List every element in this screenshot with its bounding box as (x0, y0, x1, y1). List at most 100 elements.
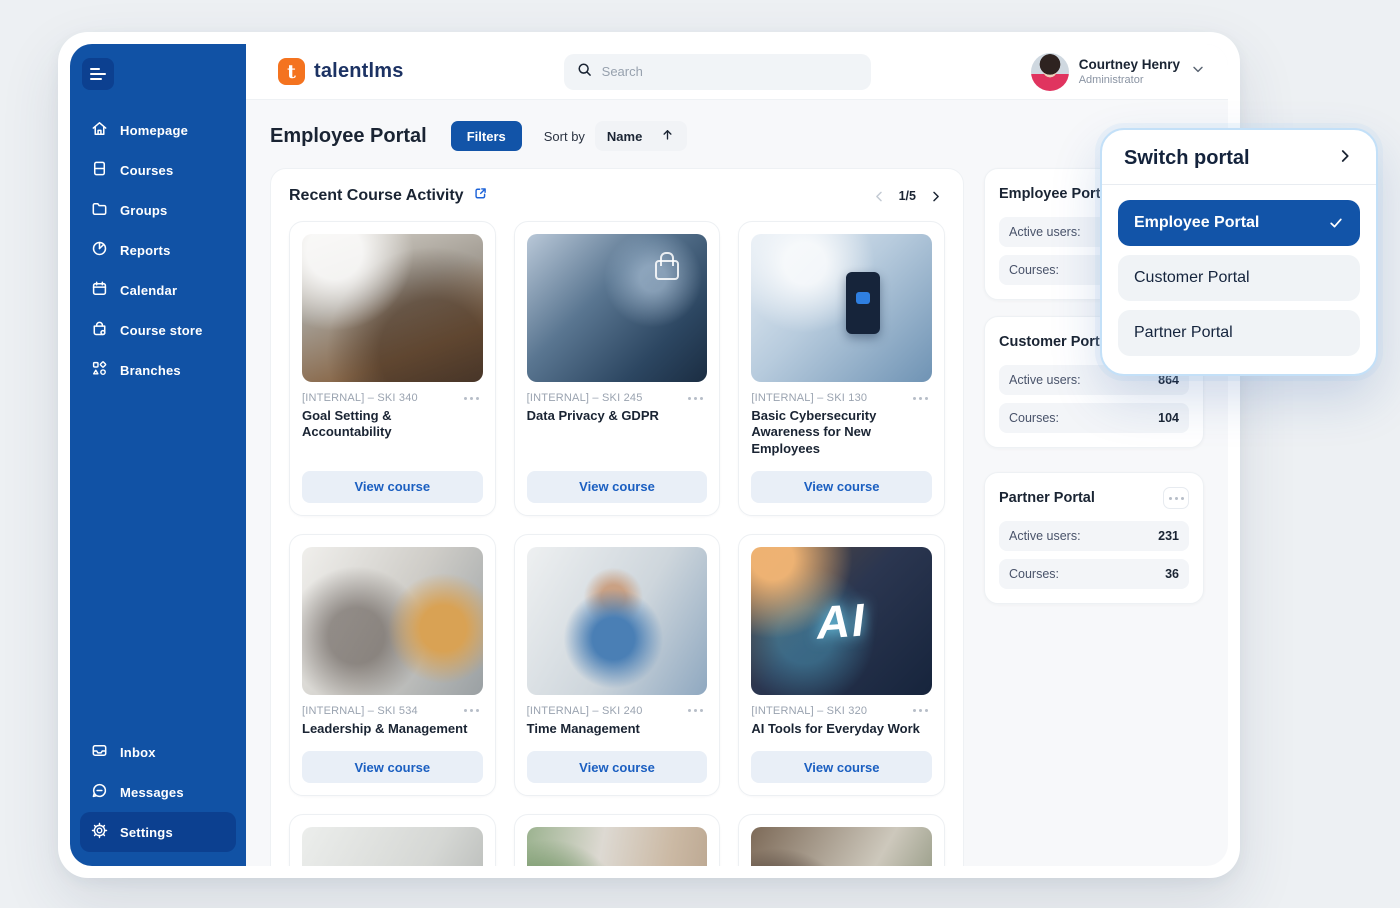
view-course-button[interactable]: View course (751, 751, 932, 783)
switch-portal-popup: Switch portal Employee Portal Customer P… (1100, 128, 1378, 376)
sidebar-item-label: Courses (120, 163, 173, 178)
sidebar-item-branches[interactable]: Branches (80, 350, 236, 390)
sidebar-item-label: Course store (120, 323, 203, 338)
calendar-icon (90, 279, 109, 301)
course-card: AI [INTERNAL] – SKI 320 AI Tools for Eve… (738, 534, 945, 796)
filters-button[interactable]: Filters (451, 121, 522, 151)
portal-stat-row: Courses: 36 (999, 559, 1189, 589)
sidebar-item-label: Branches (120, 363, 181, 378)
course-image (302, 234, 483, 382)
course-title: Basic Cybersecurity Awareness for New Em… (751, 408, 932, 457)
course-card: [INTERNAL] – SKI 245 Data Privacy & GDPR… (514, 221, 721, 516)
sidebar: Homepage Courses Groups Reports Calendar… (70, 44, 246, 866)
course-card: [INTERNAL] – SKI 340 Goal Setting & Acco… (289, 221, 496, 516)
course-card: [INTERNAL] – SKI 534 Leadership & Manage… (289, 534, 496, 796)
next-page-button[interactable] (926, 187, 945, 206)
popup-header[interactable]: Switch portal (1102, 130, 1376, 184)
page-header: Employee Portal Filters Sort by Name How (270, 116, 1204, 156)
course-title: Goal Setting & Accountability (302, 408, 483, 441)
sidebar-item-groups[interactable]: Groups (80, 190, 236, 230)
popup-title: Switch portal (1124, 147, 1250, 170)
app-frame: Homepage Courses Groups Reports Calendar… (70, 44, 1228, 866)
course-code: [INTERNAL] – SKI 130 (751, 392, 867, 404)
course-title: Time Management (527, 721, 708, 737)
more-options-icon[interactable] (684, 393, 707, 404)
user-info: Courtney Henry Administrator (1079, 57, 1180, 85)
external-link-icon[interactable] (472, 185, 489, 207)
course-image (527, 234, 708, 382)
user-menu[interactable]: Courtney Henry Administrator (1031, 53, 1206, 91)
topbar: t talentlms Courtney Henry Administrator (246, 44, 1228, 100)
course-card (738, 814, 945, 866)
user-name: Courtney Henry (1079, 57, 1180, 73)
more-options-icon[interactable] (684, 705, 707, 716)
more-options-icon[interactable] (460, 393, 483, 404)
content-columns: Recent Course Activity 1/5 (270, 168, 1204, 866)
pie-chart-icon (90, 239, 109, 261)
chevron-down-icon (1190, 61, 1206, 82)
sort-group: Sort by Name (544, 121, 688, 151)
search-icon (576, 61, 593, 83)
prev-page-button[interactable] (870, 187, 889, 206)
course-title: AI Tools for Everyday Work (751, 721, 932, 737)
book-icon (90, 159, 109, 181)
shapes-icon (90, 359, 109, 381)
course-image (751, 827, 932, 866)
sort-value: Name (607, 129, 642, 144)
desktop-background: { "colors": { "brand_orange": "#f4731f",… (0, 0, 1400, 908)
search-bar[interactable] (564, 54, 871, 90)
course-title: Leadership & Management (302, 721, 483, 737)
search-input[interactable] (602, 64, 859, 79)
more-options-icon[interactable] (460, 705, 483, 716)
sidebar-item-course-store[interactable]: Course store (80, 310, 236, 350)
sidebar-item-messages[interactable]: Messages (80, 772, 236, 812)
sidebar-item-reports[interactable]: Reports (80, 230, 236, 270)
chevron-right-icon[interactable] (1336, 147, 1354, 170)
gear-icon (90, 821, 109, 843)
course-image (302, 827, 483, 866)
sidebar-spacer (80, 390, 236, 732)
course-image (302, 547, 483, 695)
view-course-button[interactable]: View course (527, 471, 708, 503)
course-card (514, 814, 721, 866)
more-options-icon[interactable] (909, 705, 932, 716)
folder-icon (90, 199, 109, 221)
sidebar-item-inbox[interactable]: Inbox (80, 732, 236, 772)
view-course-button[interactable]: View course (302, 751, 483, 783)
sidebar-item-homepage[interactable]: Homepage (80, 110, 236, 150)
portal-name: Employee Portal (999, 186, 1113, 202)
view-course-button[interactable]: View course (751, 471, 932, 503)
sidebar-item-settings[interactable]: Settings (80, 812, 236, 852)
view-course-button[interactable]: View course (302, 471, 483, 503)
course-card (289, 814, 496, 866)
portal-option-customer[interactable]: Customer Portal (1118, 255, 1360, 301)
sidebar-item-label: Messages (120, 785, 184, 800)
portal-option-employee[interactable]: Employee Portal (1118, 200, 1360, 246)
view-course-button[interactable]: View course (527, 751, 708, 783)
course-image: AI (751, 547, 932, 695)
sidebar-item-label: Groups (120, 203, 167, 218)
arrow-up-icon[interactable] (660, 127, 675, 145)
sidebar-item-label: Settings (120, 825, 173, 840)
chat-icon (90, 781, 109, 803)
portal-name: Partner Portal (999, 490, 1095, 506)
page-indicator: 1/5 (899, 189, 916, 203)
check-icon (1328, 215, 1344, 231)
sidebar-item-courses[interactable]: Courses (80, 150, 236, 190)
sort-dropdown[interactable]: Name (595, 121, 687, 151)
sidebar-item-label: Calendar (120, 283, 177, 298)
more-options-icon[interactable] (909, 393, 932, 404)
course-grid: [INTERNAL] – SKI 340 Goal Setting & Acco… (289, 221, 945, 866)
user-role: Administrator (1079, 74, 1180, 86)
sidebar-item-calendar[interactable]: Calendar (80, 270, 236, 310)
sort-by-label: Sort by (544, 129, 585, 144)
course-code: [INTERNAL] – SKI 534 (302, 705, 418, 717)
more-options-icon[interactable] (1163, 487, 1189, 509)
page-title: Employee Portal (270, 125, 427, 148)
portal-option-partner[interactable]: Partner Portal (1118, 310, 1360, 356)
course-image (527, 827, 708, 866)
ai-image-text: AI (751, 547, 932, 695)
sidebar-item-label: Homepage (120, 123, 188, 138)
shopping-bag-icon (90, 319, 109, 341)
menu-hamburger-icon[interactable] (82, 58, 114, 90)
